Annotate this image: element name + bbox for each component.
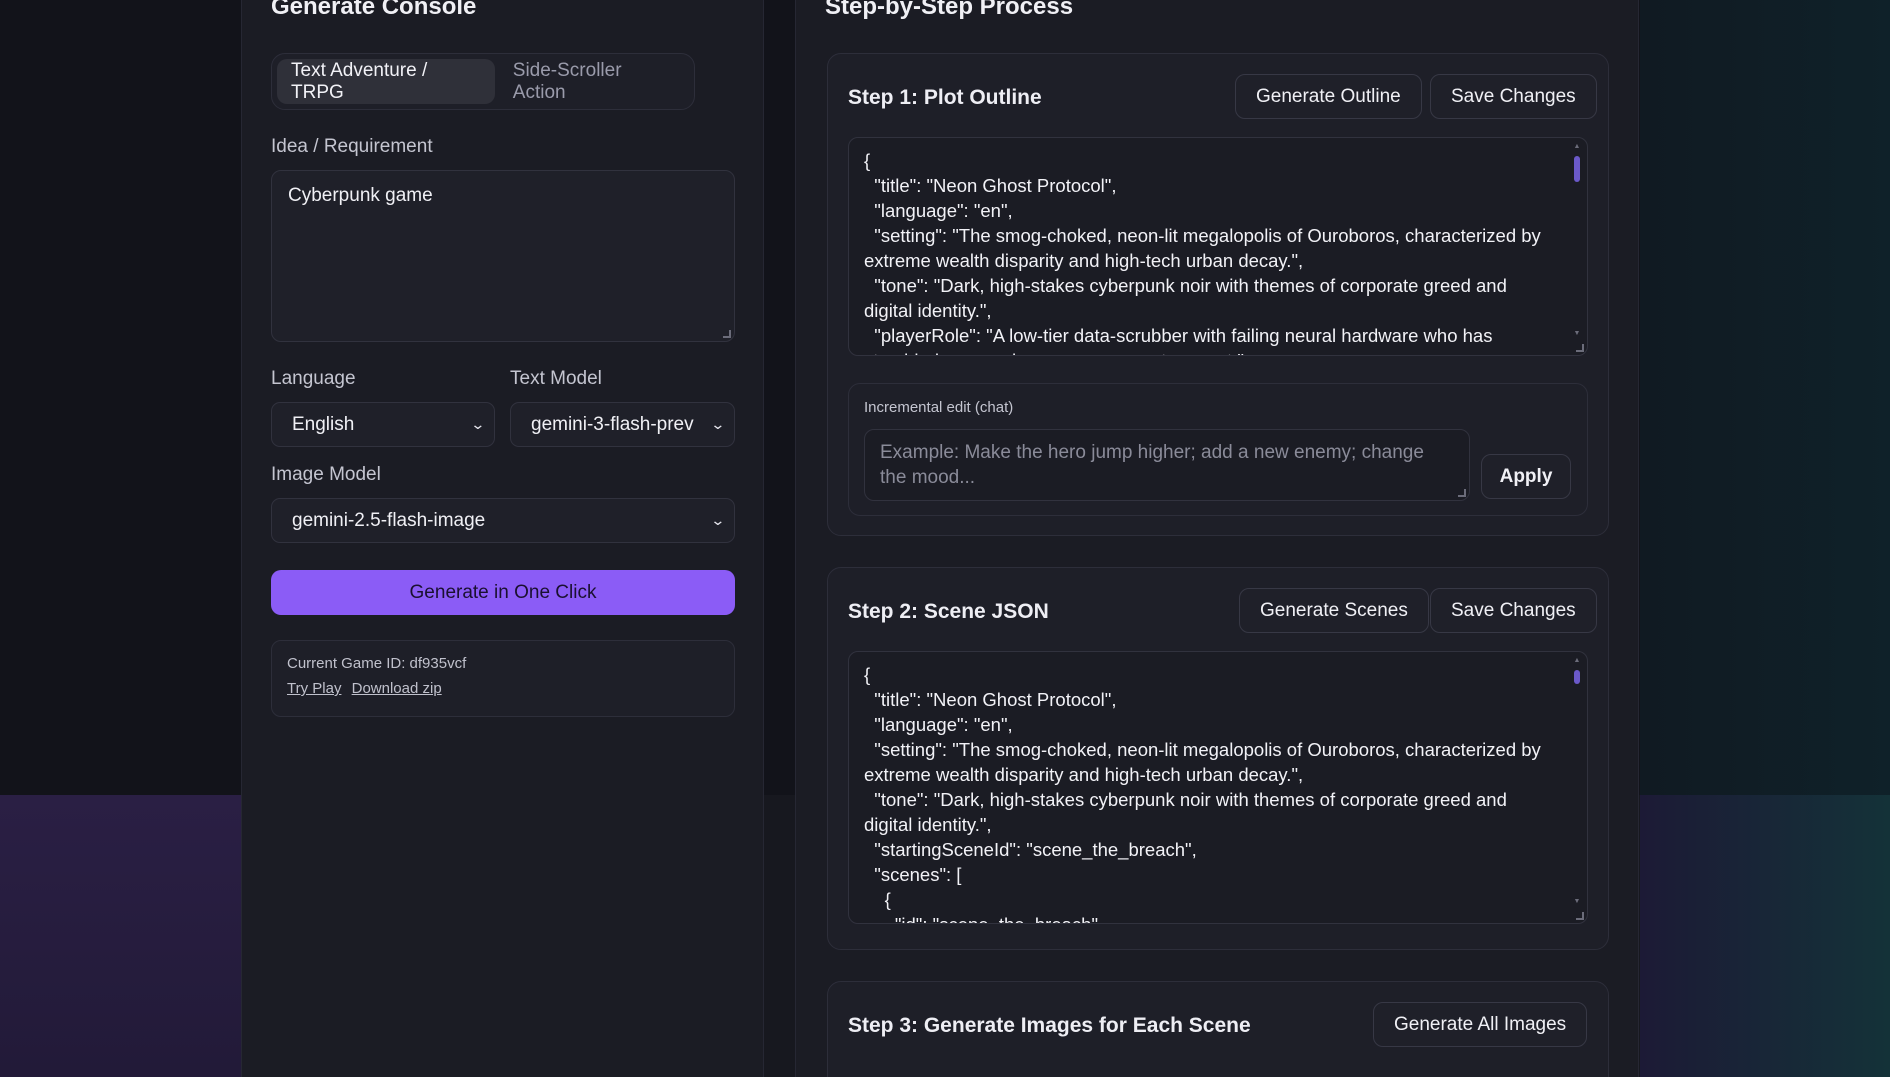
step1-card: Step 1: Plot Outline Generate Outline Sa… [827, 53, 1609, 536]
scene-json-content: { "title": "Neon Ghost Protocol", "langu… [864, 664, 1541, 923]
incremental-edit-box: Incremental edit (chat) Example: Make th… [848, 383, 1588, 516]
language-label: Language [271, 368, 356, 389]
step3-card: Step 3: Generate Images for Each Scene G… [827, 981, 1609, 1077]
outline-json-content: { "title": "Neon Ghost Protocol", "langu… [864, 150, 1541, 355]
scene-scrollbar[interactable]: ▲ ▼ [1573, 657, 1581, 905]
text-model-select[interactable]: gemini-3-flash-prev ⌄ [510, 402, 735, 447]
scroll-thumb[interactable] [1574, 670, 1580, 684]
background-left-glow [0, 795, 241, 1077]
try-play-link[interactable]: Try Play [287, 680, 341, 697]
resize-handle-icon[interactable] [1458, 489, 1466, 497]
scroll-up-icon[interactable]: ▲ [1573, 657, 1581, 664]
chat-placeholder: Example: Make the hero jump higher; add … [880, 442, 1424, 488]
scene-json-editor[interactable]: { "title": "Neon Ghost Protocol", "langu… [848, 651, 1588, 924]
mode-segmented-control: Text Adventure / TRPG Side-Scroller Acti… [271, 53, 695, 110]
idea-label: Idea / Requirement [271, 136, 433, 157]
process-title: Step-by-Step Process [825, 0, 1074, 20]
generate-one-click-button[interactable]: Generate in One Click [271, 570, 735, 615]
tab-side-scroller[interactable]: Side-Scroller Action [499, 59, 689, 104]
step3-title: Step 3: Generate Images for Each Scene [848, 1014, 1251, 1037]
step2-card: Step 2: Scene JSON Generate Scenes Save … [827, 567, 1609, 950]
step2-title: Step 2: Scene JSON [848, 600, 1049, 623]
outline-scrollbar[interactable]: ▲ ▼ [1573, 143, 1581, 337]
idea-value: Cyberpunk game [288, 185, 433, 206]
language-select[interactable]: English ⌄ [271, 402, 495, 447]
download-zip-link[interactable]: Download zip [352, 680, 442, 697]
step1-title: Step 1: Plot Outline [848, 86, 1042, 109]
image-model-value: gemini-2.5-flash-image [292, 509, 486, 531]
image-model-label: Image Model [271, 464, 381, 485]
scroll-up-icon[interactable]: ▲ [1573, 143, 1581, 150]
step-process-panel: Step-by-Step Process Step 1: Plot Outlin… [795, 0, 1639, 1077]
tab-text-adventure[interactable]: Text Adventure / TRPG [277, 59, 495, 104]
idea-textarea[interactable]: Cyberpunk game [271, 170, 735, 342]
scroll-down-icon[interactable]: ▼ [1573, 330, 1581, 337]
generate-all-images-button[interactable]: Generate All Images [1373, 1002, 1588, 1047]
game-info-box: Current Game ID: df935vcf Try Play Downl… [271, 640, 735, 717]
step1-save-button[interactable]: Save Changes [1430, 74, 1597, 119]
scroll-down-icon[interactable]: ▼ [1573, 898, 1581, 905]
scroll-thumb[interactable] [1574, 156, 1580, 182]
chat-input[interactable]: Example: Make the hero jump higher; add … [864, 429, 1470, 501]
chevron-down-icon: ⌄ [470, 416, 486, 432]
language-value: English [292, 413, 355, 435]
resize-handle-icon[interactable] [1576, 344, 1584, 352]
chevron-down-icon: ⌄ [710, 512, 726, 528]
apply-button[interactable]: Apply [1481, 454, 1571, 499]
game-id-label: Current Game ID: [287, 655, 406, 672]
step2-save-button[interactable]: Save Changes [1430, 588, 1597, 633]
outline-json-editor[interactable]: { "title": "Neon Ghost Protocol", "langu… [848, 137, 1588, 356]
image-model-select[interactable]: gemini-2.5-flash-image ⌄ [271, 498, 735, 543]
text-model-value: gemini-3-flash-prev [531, 413, 694, 435]
generate-scenes-button[interactable]: Generate Scenes [1239, 588, 1429, 633]
background-right-glow [1640, 795, 1890, 1077]
chat-label: Incremental edit (chat) [864, 399, 1014, 416]
generate-outline-button[interactable]: Generate Outline [1235, 74, 1422, 119]
resize-handle-icon[interactable] [723, 330, 731, 338]
game-id-value: df935vcf [409, 655, 467, 672]
resize-handle-icon[interactable] [1576, 912, 1584, 920]
text-model-label: Text Model [510, 368, 602, 389]
chevron-down-icon: ⌄ [710, 416, 726, 432]
console-title: Generate Console [271, 0, 477, 20]
generate-console-panel: Generate Console Text Adventure / TRPG S… [241, 0, 764, 1077]
